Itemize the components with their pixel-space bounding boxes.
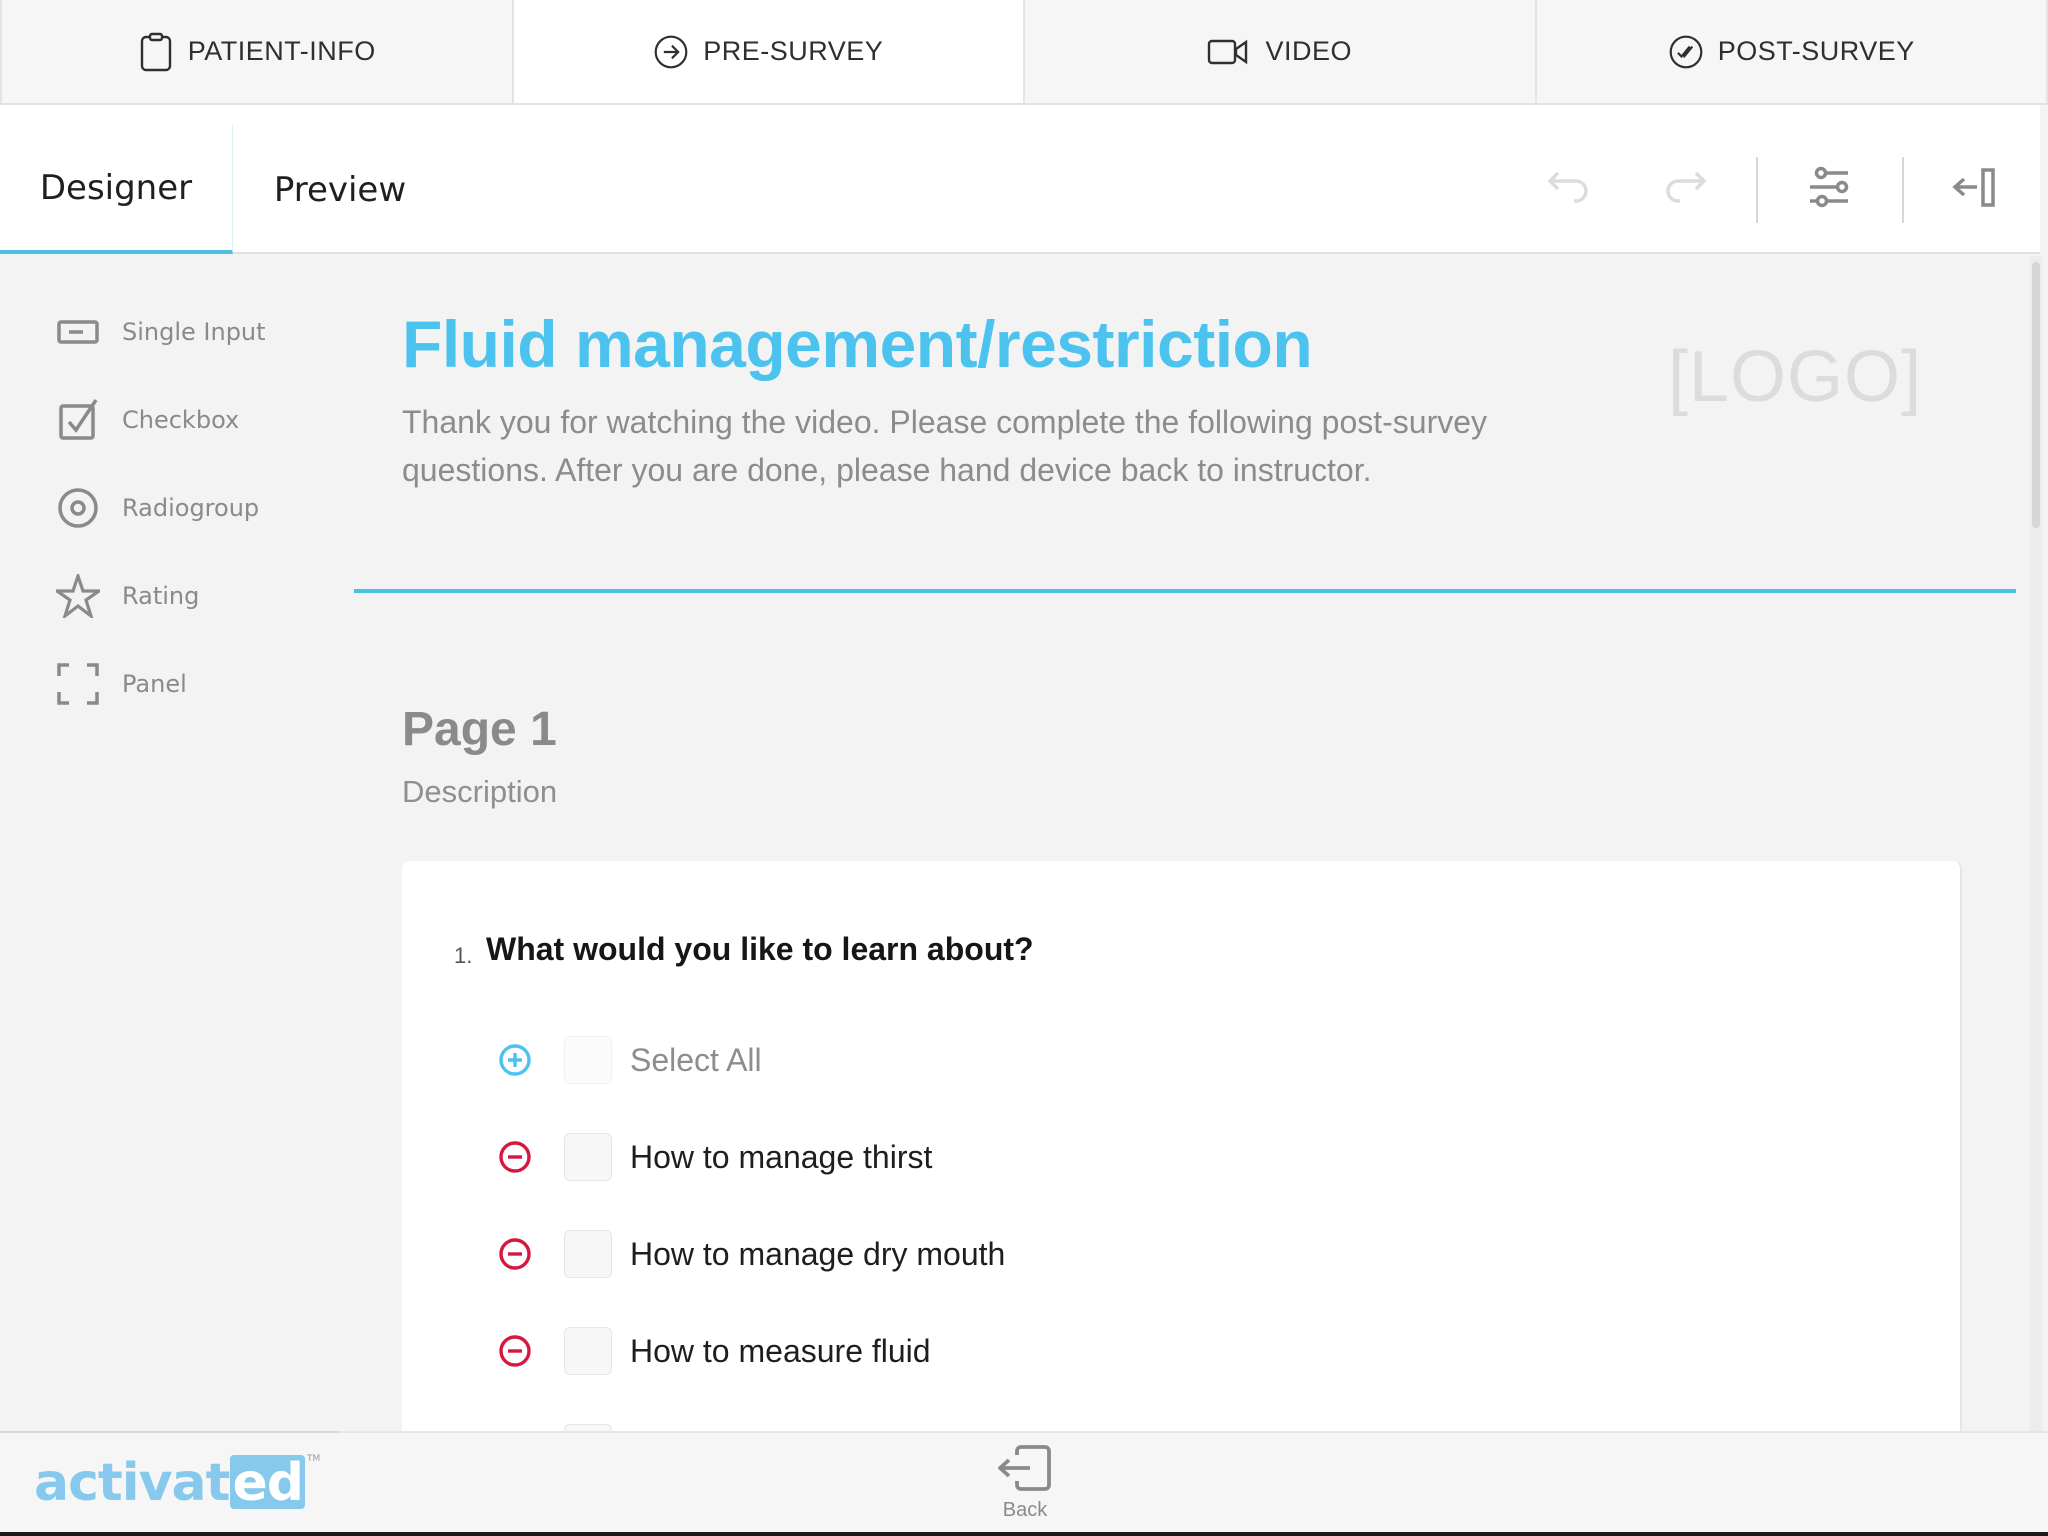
undo-icon (1547, 171, 1588, 203)
step-tab-label: PRE-SURVEY (703, 36, 884, 66)
step-tab-pre-survey[interactable]: PRE-SURVEY (513, 0, 1025, 103)
add-circle-icon[interactable] (498, 1043, 532, 1077)
footer-divider (0, 1431, 338, 1433)
palette-item-radiogroup[interactable]: Radiogroup (56, 486, 259, 530)
footer: activat ed TM Back (0, 1431, 2048, 1536)
undo-button[interactable] (1540, 157, 1600, 217)
redo-button[interactable] (1654, 157, 1714, 217)
logo-placeholder[interactable]: [LOGO] (1668, 336, 1922, 418)
palette-item-label: Rating (122, 582, 200, 610)
double-check-circle-icon (1669, 35, 1703, 68)
step-tabs: PATIENT-INFO PRE-SURVEY VIDEO POST-SURVE… (0, 0, 2048, 105)
canvas-scrollbar-thumb[interactable] (2032, 262, 2040, 528)
brand-text: activat (34, 1453, 230, 1513)
palette-item-checkbox[interactable]: Checkbox (56, 398, 239, 442)
choice-item-partial (498, 1423, 630, 1431)
settings-sliders-icon (1810, 166, 1849, 208)
designer-toolbar: Designer Preview (0, 105, 2040, 254)
palette-item-label: Checkbox (122, 406, 240, 434)
clipboard-icon (140, 32, 171, 71)
choice-item: How to measure fluid (498, 1326, 931, 1376)
remove-circle-icon[interactable] (498, 1237, 532, 1271)
tab-preview[interactable]: Preview (233, 125, 447, 254)
page-title[interactable]: Page 1 (402, 702, 557, 757)
toolbar-divider (1902, 157, 1904, 223)
question-number: 1. (454, 943, 473, 968)
choice-label[interactable]: How to manage thirst (630, 1139, 932, 1176)
header-divider (354, 589, 2016, 593)
palette-item-label: Radiogroup (122, 494, 260, 522)
choice-checkbox[interactable] (564, 1327, 612, 1375)
question-title[interactable]: What would you like to learn about? (486, 931, 1034, 968)
back-button[interactable]: Back (985, 1443, 1065, 1533)
tab-designer[interactable]: Designer (0, 125, 233, 254)
step-tab-video[interactable]: VIDEO (1025, 0, 1537, 103)
select-all-checkbox[interactable] (564, 1036, 612, 1084)
video-camera-icon (1208, 39, 1248, 64)
exit-back-icon (998, 1445, 1051, 1491)
choice-item: How to manage thirst (498, 1132, 932, 1182)
step-tab-post-survey[interactable]: POST-SURVEY (1537, 0, 2048, 103)
survey-description[interactable]: Thank you for watching the video. Please… (402, 398, 1582, 494)
redo-icon (1666, 171, 1707, 203)
toolbar-divider (1756, 157, 1758, 223)
remove-circle-icon[interactable] (498, 1140, 532, 1174)
palette-item-rating[interactable]: Rating (56, 574, 199, 618)
question-card[interactable]: 1. What would you like to learn about? S… (402, 861, 1962, 1431)
settings-button[interactable] (1800, 157, 1860, 217)
choice-label[interactable]: Select All (630, 1042, 762, 1079)
element-palette: Single Input Checkbox Radiogroup Rating … (0, 256, 340, 1431)
choice-label[interactable]: How to measure fluid (630, 1333, 931, 1370)
collapse-panel-button[interactable] (1946, 157, 2006, 217)
window-bottom-edge (0, 1532, 2048, 1536)
back-label: Back (1002, 1499, 1048, 1521)
palette-item-label: Panel (122, 670, 187, 698)
brand-trademark: TM (306, 1454, 321, 1464)
choice-checkbox[interactable] (564, 1424, 612, 1431)
step-tab-label: PATIENT-INFO (187, 36, 376, 66)
step-tab-label: POST-SURVEY (1717, 36, 1915, 66)
arrow-circle-right-icon (654, 35, 688, 68)
star-icon (56, 574, 100, 618)
choice-item: How to manage dry mouth (498, 1229, 1005, 1279)
single-input-icon (57, 320, 99, 344)
palette-item-single-input[interactable]: Single Input (56, 310, 266, 354)
brand-logo: activat ed TM (34, 1455, 320, 1509)
survey-canvas: Fluid management/restriction Thank you f… (340, 256, 2030, 1431)
collapse-panel-icon (1952, 168, 1995, 207)
page-description[interactable]: Description (402, 774, 557, 810)
choice-checkbox[interactable] (564, 1133, 612, 1181)
remove-circle-icon[interactable] (498, 1334, 532, 1368)
palette-item-panel[interactable]: Panel (56, 662, 187, 706)
choice-checkbox[interactable] (564, 1230, 612, 1278)
panel-icon (57, 663, 99, 705)
step-tab-patient-info[interactable]: PATIENT-INFO (0, 0, 514, 103)
palette-item-label: Single Input (122, 318, 266, 346)
brand-badge: ed (230, 1453, 305, 1513)
choice-select-all: Select All (498, 1035, 762, 1085)
survey-title[interactable]: Fluid management/restriction (402, 306, 1313, 382)
checkbox-icon (59, 399, 98, 440)
choice-label[interactable]: How to manage dry mouth (630, 1236, 1005, 1273)
radiogroup-icon (58, 488, 98, 528)
step-tab-label: VIDEO (1265, 36, 1353, 66)
